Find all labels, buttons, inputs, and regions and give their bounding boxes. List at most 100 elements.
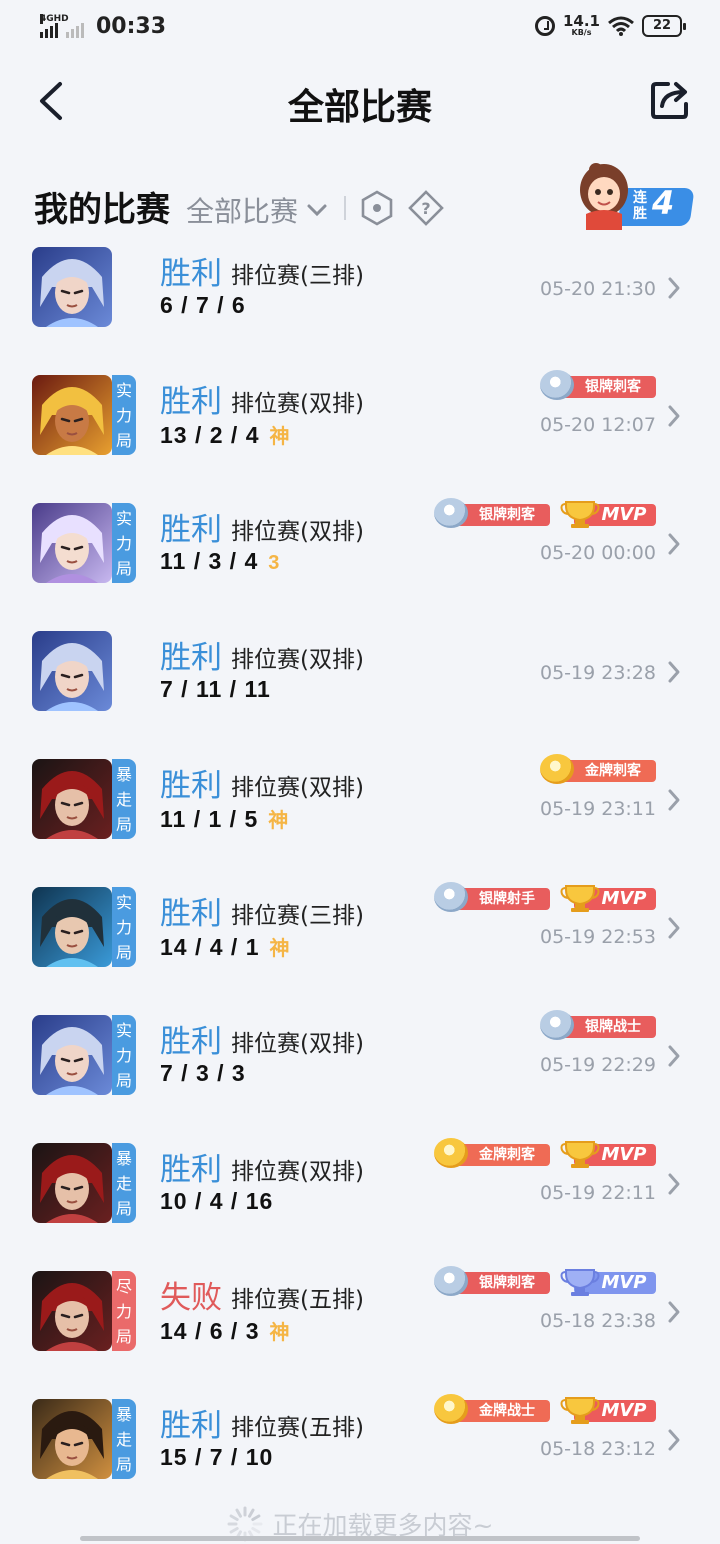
- streak-label: 连胜: [633, 190, 647, 222]
- hero-avatar: [32, 503, 112, 583]
- match-row[interactable]: 实力局 胜利 排位赛(三排) 14 / 4 / 1 神 银牌射手 MVP 05-19 2…: [0, 880, 720, 1008]
- badge-group: 银牌战士: [540, 1010, 656, 1040]
- kda-value: 15 / 7 / 10: [160, 1444, 274, 1470]
- help-diamond-icon[interactable]: ?: [408, 190, 444, 226]
- hero-portrait: [32, 1399, 112, 1479]
- cellular-signal-secondary-icon: [66, 16, 84, 38]
- match-result: 胜利: [160, 896, 222, 932]
- star-medal-icon: [434, 498, 468, 528]
- kda: 11 / 3 / 4 3: [160, 548, 280, 575]
- match-result: 胜利: [160, 512, 222, 548]
- badge-group: 银牌刺客: [540, 370, 656, 400]
- chevron-right-icon: [668, 1301, 680, 1323]
- chevron-right-icon: [668, 277, 680, 299]
- match-row[interactable]: 实力局 胜利 排位赛(双排) 13 / 2 / 4 神 银牌刺客 05-20 12:07: [0, 368, 720, 496]
- hexagon-settings-icon[interactable]: [360, 190, 394, 226]
- match-row[interactable]: 实力局 胜利 排位赛(双排) 7 / 3 / 3 银牌战士 05-19 22:29: [0, 1008, 720, 1136]
- match-type: 排位赛(三排): [231, 903, 364, 929]
- page-title: 全部比赛: [287, 87, 432, 128]
- kda: 6 / 7 / 6: [160, 292, 246, 319]
- svg-text:?: ?: [421, 199, 430, 218]
- match-type: 排位赛(五排): [231, 1287, 364, 1313]
- chevron-right-icon: [668, 1429, 680, 1451]
- gold-medal-badge: 金牌战士: [434, 1394, 550, 1424]
- badge-group: 金牌刺客: [540, 754, 656, 784]
- mode-tag: 暴走局: [112, 1399, 136, 1479]
- match-type: 排位赛(双排): [231, 647, 364, 673]
- chevron-right-icon: [668, 661, 680, 683]
- performance-mark: 神: [269, 938, 291, 960]
- chevron-down-icon: [307, 204, 327, 217]
- performance-mark: 3: [268, 552, 281, 574]
- mode-tag: 暴走局: [112, 1143, 136, 1223]
- match-time: 05-19 22:29: [539, 1054, 656, 1076]
- trophy-icon: [560, 501, 600, 528]
- match-time: 05-18 23:38: [539, 1310, 656, 1332]
- kda: 14 / 6 / 3 神: [160, 1316, 291, 1345]
- match-time: 05-19 22:53: [539, 926, 656, 948]
- match-time: 05-19 23:11: [539, 798, 656, 820]
- hero-portrait: [32, 247, 112, 327]
- kda: 7 / 3 / 3: [160, 1060, 246, 1087]
- hero-portrait: [32, 375, 112, 455]
- star-medal-icon: [434, 1394, 468, 1424]
- kda: 13 / 2 / 4 神: [160, 420, 291, 449]
- chevron-right-icon: [668, 1045, 680, 1067]
- silver-medal-badge: 银牌刺客: [540, 370, 656, 400]
- match-row[interactable]: 实力局 胜利 排位赛(双排) 11 / 3 / 4 3 银牌刺客 MVP 05-20 0…: [0, 496, 720, 624]
- badge-group: 银牌刺客 MVP: [434, 1266, 656, 1296]
- battery-icon: 22: [642, 14, 686, 37]
- mode-tag: 实力局: [112, 1015, 136, 1095]
- match-time: 05-20 12:07: [539, 414, 656, 436]
- star-medal-icon: [540, 1010, 574, 1040]
- match-time: 05-20 21:30: [539, 278, 656, 300]
- match-row[interactable]: 尽力局 失败 排位赛(五排) 14 / 6 / 3 神 银牌刺客 MVP 05-18 2…: [0, 1264, 720, 1392]
- alarm-icon: [534, 15, 555, 36]
- hero-portrait: [32, 503, 112, 583]
- chevron-right-icon: [668, 917, 680, 939]
- trophy-icon: [560, 1269, 600, 1296]
- chevron-right-icon: [668, 1173, 680, 1195]
- mode-tag: 实力局: [112, 375, 136, 455]
- mode-tag: 实力局: [112, 503, 136, 583]
- streak-count: 4: [652, 184, 675, 222]
- kda: 10 / 4 / 16: [160, 1188, 273, 1215]
- hero-avatar: [32, 1271, 112, 1351]
- trophy-icon: [560, 1141, 600, 1168]
- hero-portrait: [32, 759, 112, 839]
- match-result: 胜利: [160, 384, 222, 420]
- kda-value: 11 / 1 / 5: [160, 806, 259, 832]
- match-result: 胜利: [160, 1152, 222, 1188]
- gold-medal-badge: 金牌刺客: [434, 1138, 550, 1168]
- star-medal-icon: [434, 1266, 468, 1296]
- net-speed: 14.1 KB/s: [562, 12, 600, 37]
- badge-group: 金牌刺客 MVP: [434, 1138, 656, 1168]
- trophy-icon: [560, 885, 600, 912]
- win-streak-badge[interactable]: 连胜 4: [576, 158, 696, 238]
- badge-group: 金牌战士 MVP: [434, 1394, 656, 1424]
- share-button[interactable]: [648, 78, 692, 122]
- cellular-signal-icon: 4GHD: [40, 13, 69, 38]
- kda-value: 7 / 3 / 3: [160, 1060, 246, 1086]
- match-time: 05-18 23:12: [539, 1438, 656, 1460]
- top-bar: 全部比赛: [0, 56, 720, 146]
- match-time: 05-19 23:28: [539, 662, 656, 684]
- match-row[interactable]: 暴走局 胜利 排位赛(双排) 10 / 4 / 16 金牌刺客 MVP 05-19 2…: [0, 1136, 720, 1264]
- match-type: 排位赛(五排): [231, 1415, 364, 1441]
- match-filter-dropdown[interactable]: 全部比赛: [186, 190, 328, 230]
- silver-medal-badge: 银牌战士: [540, 1010, 656, 1040]
- silver-medal-badge: 银牌射手: [434, 882, 550, 912]
- mode-tag: 暴走局: [112, 759, 136, 839]
- match-row[interactable]: 暴走局 胜利 排位赛(五排) 15 / 7 / 10 金牌战士 MVP 05-18 2…: [0, 1392, 720, 1520]
- match-row[interactable]: 胜利 排位赛(三排) 6 / 7 / 6 05-20 21:30: [0, 240, 720, 368]
- mvp-badge: MVP: [560, 1138, 656, 1168]
- kda-value: 14 / 6 / 3: [160, 1318, 260, 1344]
- match-type: 排位赛(双排): [231, 391, 364, 417]
- match-row[interactable]: 暴走局 胜利 排位赛(双排) 11 / 1 / 5 神 金牌刺客 05-19 23:11: [0, 752, 720, 880]
- match-time: 05-20 00:00: [539, 542, 656, 564]
- match-row[interactable]: 胜利 排位赛(双排) 7 / 11 / 11 05-19 23:28: [0, 624, 720, 752]
- star-medal-icon: [434, 882, 468, 912]
- section-title: 我的比赛: [34, 190, 170, 230]
- mvp-badge: MVP: [560, 1394, 656, 1424]
- chevron-right-icon: [668, 533, 680, 555]
